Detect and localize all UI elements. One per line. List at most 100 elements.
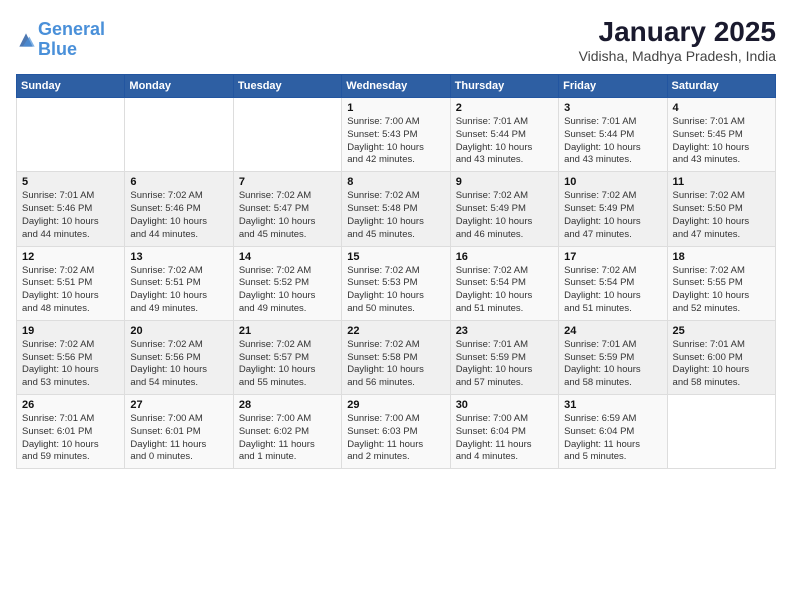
day-info: Sunrise: 7:02 AMSunset: 5:51 PMDaylight:… — [22, 265, 119, 316]
calendar-week-5: 26 Sunrise: 7:01 AMSunset: 6:01 PMDayligh… — [17, 395, 776, 469]
day-info: Sunrise: 7:00 AMSunset: 6:04 PMDaylight:… — [456, 413, 553, 464]
title-block: January 2025 Vidisha, Madhya Pradesh, In… — [579, 16, 776, 64]
day-info: Sunrise: 7:01 AMSunset: 6:01 PMDaylight:… — [22, 413, 119, 464]
calendar-cell: 20Sunrise: 7:02 AMSunset: 5:56 PMDayligh… — [125, 320, 233, 394]
day-info: Sunrise: 7:02 AMSunset: 5:54 PMDaylight:… — [564, 265, 661, 316]
day-number: 26 — [22, 399, 119, 411]
day-info: Sunrise: 7:02 AMSunset: 5:54 PMDaylight:… — [456, 265, 553, 316]
calendar-week-1: 1 Sunrise: 7:00 AMSunset: 5:43 PMDaylight… — [17, 98, 776, 172]
calendar-cell: 4 Sunrise: 7:01 AMSunset: 5:45 PMDaylight… — [667, 98, 775, 172]
day-info: Sunrise: 7:02 AMSunset: 5:46 PMDaylight:… — [130, 190, 227, 241]
day-number: 28 — [239, 399, 336, 411]
day-info: Sunrise: 7:00 AMSunset: 6:01 PMDaylight:… — [130, 413, 227, 464]
day-info: Sunrise: 7:02 AMSunset: 5:47 PMDaylight:… — [239, 190, 336, 241]
day-number: 8 — [347, 176, 444, 188]
calendar-cell: 23 Sunrise: 7:01 AMSunset: 5:59 PMDayligh… — [450, 320, 558, 394]
page: General Blue January 2025 Vidisha, Madhy… — [0, 0, 792, 612]
day-number: 3 — [564, 102, 661, 114]
day-number: 31 — [564, 399, 661, 411]
day-number: 15 — [347, 251, 444, 263]
day-info: Sunrise: 7:02 AMSunset: 5:49 PMDaylight:… — [564, 190, 661, 241]
calendar-cell: 12 Sunrise: 7:02 AMSunset: 5:51 PMDayligh… — [17, 246, 125, 320]
day-info: Sunrise: 7:02 AMSunset: 5:56 PMDaylight:… — [130, 339, 227, 390]
day-info: Sunrise: 7:02 AMSunset: 5:55 PMDaylight:… — [673, 265, 770, 316]
weekday-header-tuesday: Tuesday — [233, 75, 341, 98]
month-title: January 2025 — [579, 16, 776, 48]
day-info: Sunrise: 7:02 AMSunset: 5:49 PMDaylight:… — [456, 190, 553, 241]
weekday-header-row: SundayMondayTuesdayWednesdayThursdayFrid… — [17, 75, 776, 98]
logo-line2: Blue — [38, 39, 77, 59]
day-number: 5 — [22, 176, 119, 188]
day-number: 1 — [347, 102, 444, 114]
day-number: 12 — [22, 251, 119, 263]
day-info: Sunrise: 7:01 AMSunset: 5:45 PMDaylight:… — [673, 116, 770, 167]
day-number: 9 — [456, 176, 553, 188]
calendar-table: SundayMondayTuesdayWednesdayThursdayFrid… — [16, 74, 776, 469]
day-number: 14 — [239, 251, 336, 263]
calendar-cell: 6 Sunrise: 7:02 AMSunset: 5:46 PMDaylight… — [125, 172, 233, 246]
calendar-cell: 31 Sunrise: 6:59 AMSunset: 6:04 PMDayligh… — [559, 395, 667, 469]
day-number: 30 — [456, 399, 553, 411]
calendar-cell: 8Sunrise: 7:02 AMSunset: 5:48 PMDaylight… — [342, 172, 450, 246]
weekday-header-wednesday: Wednesday — [342, 75, 450, 98]
calendar-cell: 30 Sunrise: 7:00 AMSunset: 6:04 PMDayligh… — [450, 395, 558, 469]
header: General Blue January 2025 Vidisha, Madhy… — [16, 16, 776, 64]
day-info: Sunrise: 7:01 AMSunset: 5:59 PMDaylight:… — [456, 339, 553, 390]
weekday-header-friday: Friday — [559, 75, 667, 98]
calendar-cell: 3 Sunrise: 7:01 AMSunset: 5:44 PMDaylight… — [559, 98, 667, 172]
day-info: Sunrise: 7:02 AMSunset: 5:57 PMDaylight:… — [239, 339, 336, 390]
day-number: 19 — [22, 325, 119, 337]
day-info: Sunrise: 7:00 AMSunset: 6:03 PMDaylight:… — [347, 413, 444, 464]
calendar-cell: 10Sunrise: 7:02 AMSunset: 5:49 PMDayligh… — [559, 172, 667, 246]
day-number: 2 — [456, 102, 553, 114]
day-number: 27 — [130, 399, 227, 411]
calendar-week-4: 19 Sunrise: 7:02 AMSunset: 5:56 PMDayligh… — [17, 320, 776, 394]
calendar-cell: 19Sunrise: 7:02 AMSunset: 5:56 PMDayligh… — [17, 320, 125, 394]
calendar-cell: 21 Sunrise: 7:02 AMSunset: 5:57 PMDayligh… — [233, 320, 341, 394]
day-info: Sunrise: 7:01 AMSunset: 5:44 PMDaylight:… — [456, 116, 553, 167]
calendar-cell: 11Sunrise: 7:02 AMSunset: 5:50 PMDayligh… — [667, 172, 775, 246]
day-info: Sunrise: 7:01 AMSunset: 5:44 PMDaylight:… — [564, 116, 661, 167]
day-number: 6 — [130, 176, 227, 188]
calendar-cell: 26 Sunrise: 7:01 AMSunset: 6:01 PMDayligh… — [17, 395, 125, 469]
calendar-cell — [233, 98, 341, 172]
calendar-cell: 24 Sunrise: 7:01 AMSunset: 5:59 PMDayligh… — [559, 320, 667, 394]
calendar-cell: 29 Sunrise: 7:00 AMSunset: 6:03 PMDayligh… — [342, 395, 450, 469]
calendar-week-2: 5Sunrise: 7:01 AMSunset: 5:46 PMDaylight… — [17, 172, 776, 246]
logo-text: General Blue — [38, 20, 105, 60]
day-number: 25 — [673, 325, 770, 337]
calendar-cell: 1 Sunrise: 7:00 AMSunset: 5:43 PMDaylight… — [342, 98, 450, 172]
weekday-header-thursday: Thursday — [450, 75, 558, 98]
calendar-cell: 27 Sunrise: 7:00 AMSunset: 6:01 PMDayligh… — [125, 395, 233, 469]
calendar-cell — [667, 395, 775, 469]
calendar-cell: 16Sunrise: 7:02 AMSunset: 5:54 PMDayligh… — [450, 246, 558, 320]
day-number: 17 — [564, 251, 661, 263]
calendar-cell: 2 Sunrise: 7:01 AMSunset: 5:44 PMDaylight… — [450, 98, 558, 172]
calendar-cell: 9 Sunrise: 7:02 AMSunset: 5:49 PMDaylight… — [450, 172, 558, 246]
weekday-header-sunday: Sunday — [17, 75, 125, 98]
day-number: 29 — [347, 399, 444, 411]
day-number: 24 — [564, 325, 661, 337]
calendar-cell — [17, 98, 125, 172]
day-number: 4 — [673, 102, 770, 114]
day-info: Sunrise: 7:01 AMSunset: 5:59 PMDaylight:… — [564, 339, 661, 390]
day-info: Sunrise: 7:02 AMSunset: 5:58 PMDaylight:… — [347, 339, 444, 390]
day-info: Sunrise: 6:59 AMSunset: 6:04 PMDaylight:… — [564, 413, 661, 464]
day-info: Sunrise: 7:00 AMSunset: 5:43 PMDaylight:… — [347, 116, 444, 167]
calendar-cell: 28 Sunrise: 7:00 AMSunset: 6:02 PMDayligh… — [233, 395, 341, 469]
logo: General Blue — [16, 20, 105, 60]
weekday-header-saturday: Saturday — [667, 75, 775, 98]
day-number: 23 — [456, 325, 553, 337]
day-number: 22 — [347, 325, 444, 337]
weekday-header-monday: Monday — [125, 75, 233, 98]
day-number: 18 — [673, 251, 770, 263]
day-info: Sunrise: 7:02 AMSunset: 5:51 PMDaylight:… — [130, 265, 227, 316]
day-info: Sunrise: 7:00 AMSunset: 6:02 PMDaylight:… — [239, 413, 336, 464]
calendar-cell: 14Sunrise: 7:02 AMSunset: 5:52 PMDayligh… — [233, 246, 341, 320]
day-number: 7 — [239, 176, 336, 188]
calendar-cell: 5Sunrise: 7:01 AMSunset: 5:46 PMDaylight… — [17, 172, 125, 246]
calendar-cell: 18 Sunrise: 7:02 AMSunset: 5:55 PMDayligh… — [667, 246, 775, 320]
calendar-week-3: 12 Sunrise: 7:02 AMSunset: 5:51 PMDayligh… — [17, 246, 776, 320]
calendar-cell: 13Sunrise: 7:02 AMSunset: 5:51 PMDayligh… — [125, 246, 233, 320]
day-number: 21 — [239, 325, 336, 337]
